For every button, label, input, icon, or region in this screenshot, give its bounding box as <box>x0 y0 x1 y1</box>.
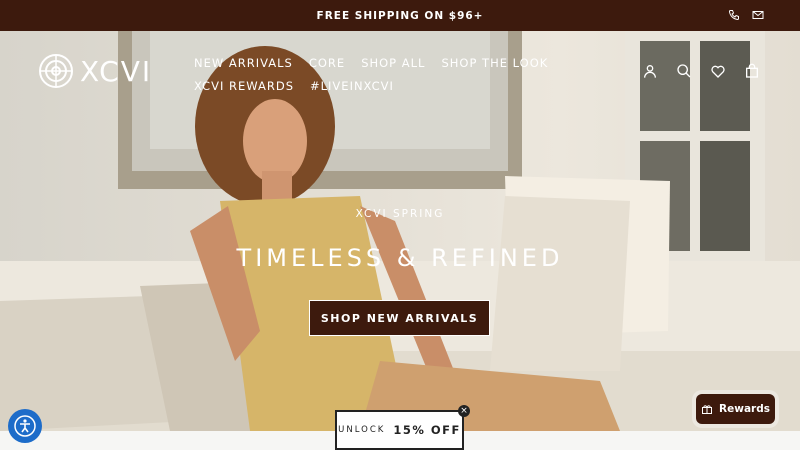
account-icon[interactable] <box>642 63 658 79</box>
contact-links <box>728 0 764 31</box>
brand-logo[interactable]: XCVI <box>38 53 152 89</box>
cart-icon[interactable] <box>744 63 760 79</box>
logo-text: XCVI <box>80 54 153 88</box>
accessibility-icon <box>14 415 36 437</box>
header-icons <box>642 63 760 79</box>
phone-icon[interactable] <box>728 6 740 25</box>
rewards-button[interactable]: Rewards <box>696 394 775 424</box>
announcement-bar: FREE SHIPPING ON $96+ <box>0 0 800 31</box>
close-icon[interactable]: × <box>458 405 470 417</box>
discount-prefix: UNLOCK <box>338 425 386 435</box>
mail-icon[interactable] <box>752 6 764 25</box>
announcement-text: FREE SHIPPING ON $96+ <box>316 9 484 22</box>
nav-core[interactable]: CORE <box>309 56 345 70</box>
nav-shop-the-look[interactable]: SHOP THE LOOK <box>441 56 548 70</box>
rewards-label: Rewards <box>719 403 770 415</box>
nav-xcvi-rewards[interactable]: XCVI REWARDS <box>194 79 294 93</box>
hero-eyebrow: XCVI SPRING <box>355 208 445 220</box>
accessibility-button[interactable] <box>8 409 42 443</box>
shop-new-arrivals-button[interactable]: SHOP NEW ARRIVALS <box>309 300 490 336</box>
wishlist-icon[interactable] <box>710 63 726 79</box>
site-header: XCVI NEW ARRIVALS CORE SHOP ALL SHOP THE… <box>0 31 800 106</box>
main-nav: NEW ARRIVALS CORE SHOP ALL SHOP THE LOOK… <box>194 51 554 97</box>
gift-icon <box>702 405 713 414</box>
search-icon[interactable] <box>676 63 692 79</box>
nav-new-arrivals[interactable]: NEW ARRIVALS <box>194 56 293 70</box>
hero-headline: TIMELESS & REFINED <box>236 244 564 272</box>
nav-liveinxcvi[interactable]: #LIVEINXCVI <box>310 79 394 93</box>
nav-shop-all[interactable]: SHOP ALL <box>361 56 425 70</box>
logo-emblem-icon <box>39 54 73 88</box>
discount-teaser-button[interactable]: UNLOCK 15% OFF <box>335 410 464 450</box>
discount-offer: 15% OFF <box>393 423 461 437</box>
